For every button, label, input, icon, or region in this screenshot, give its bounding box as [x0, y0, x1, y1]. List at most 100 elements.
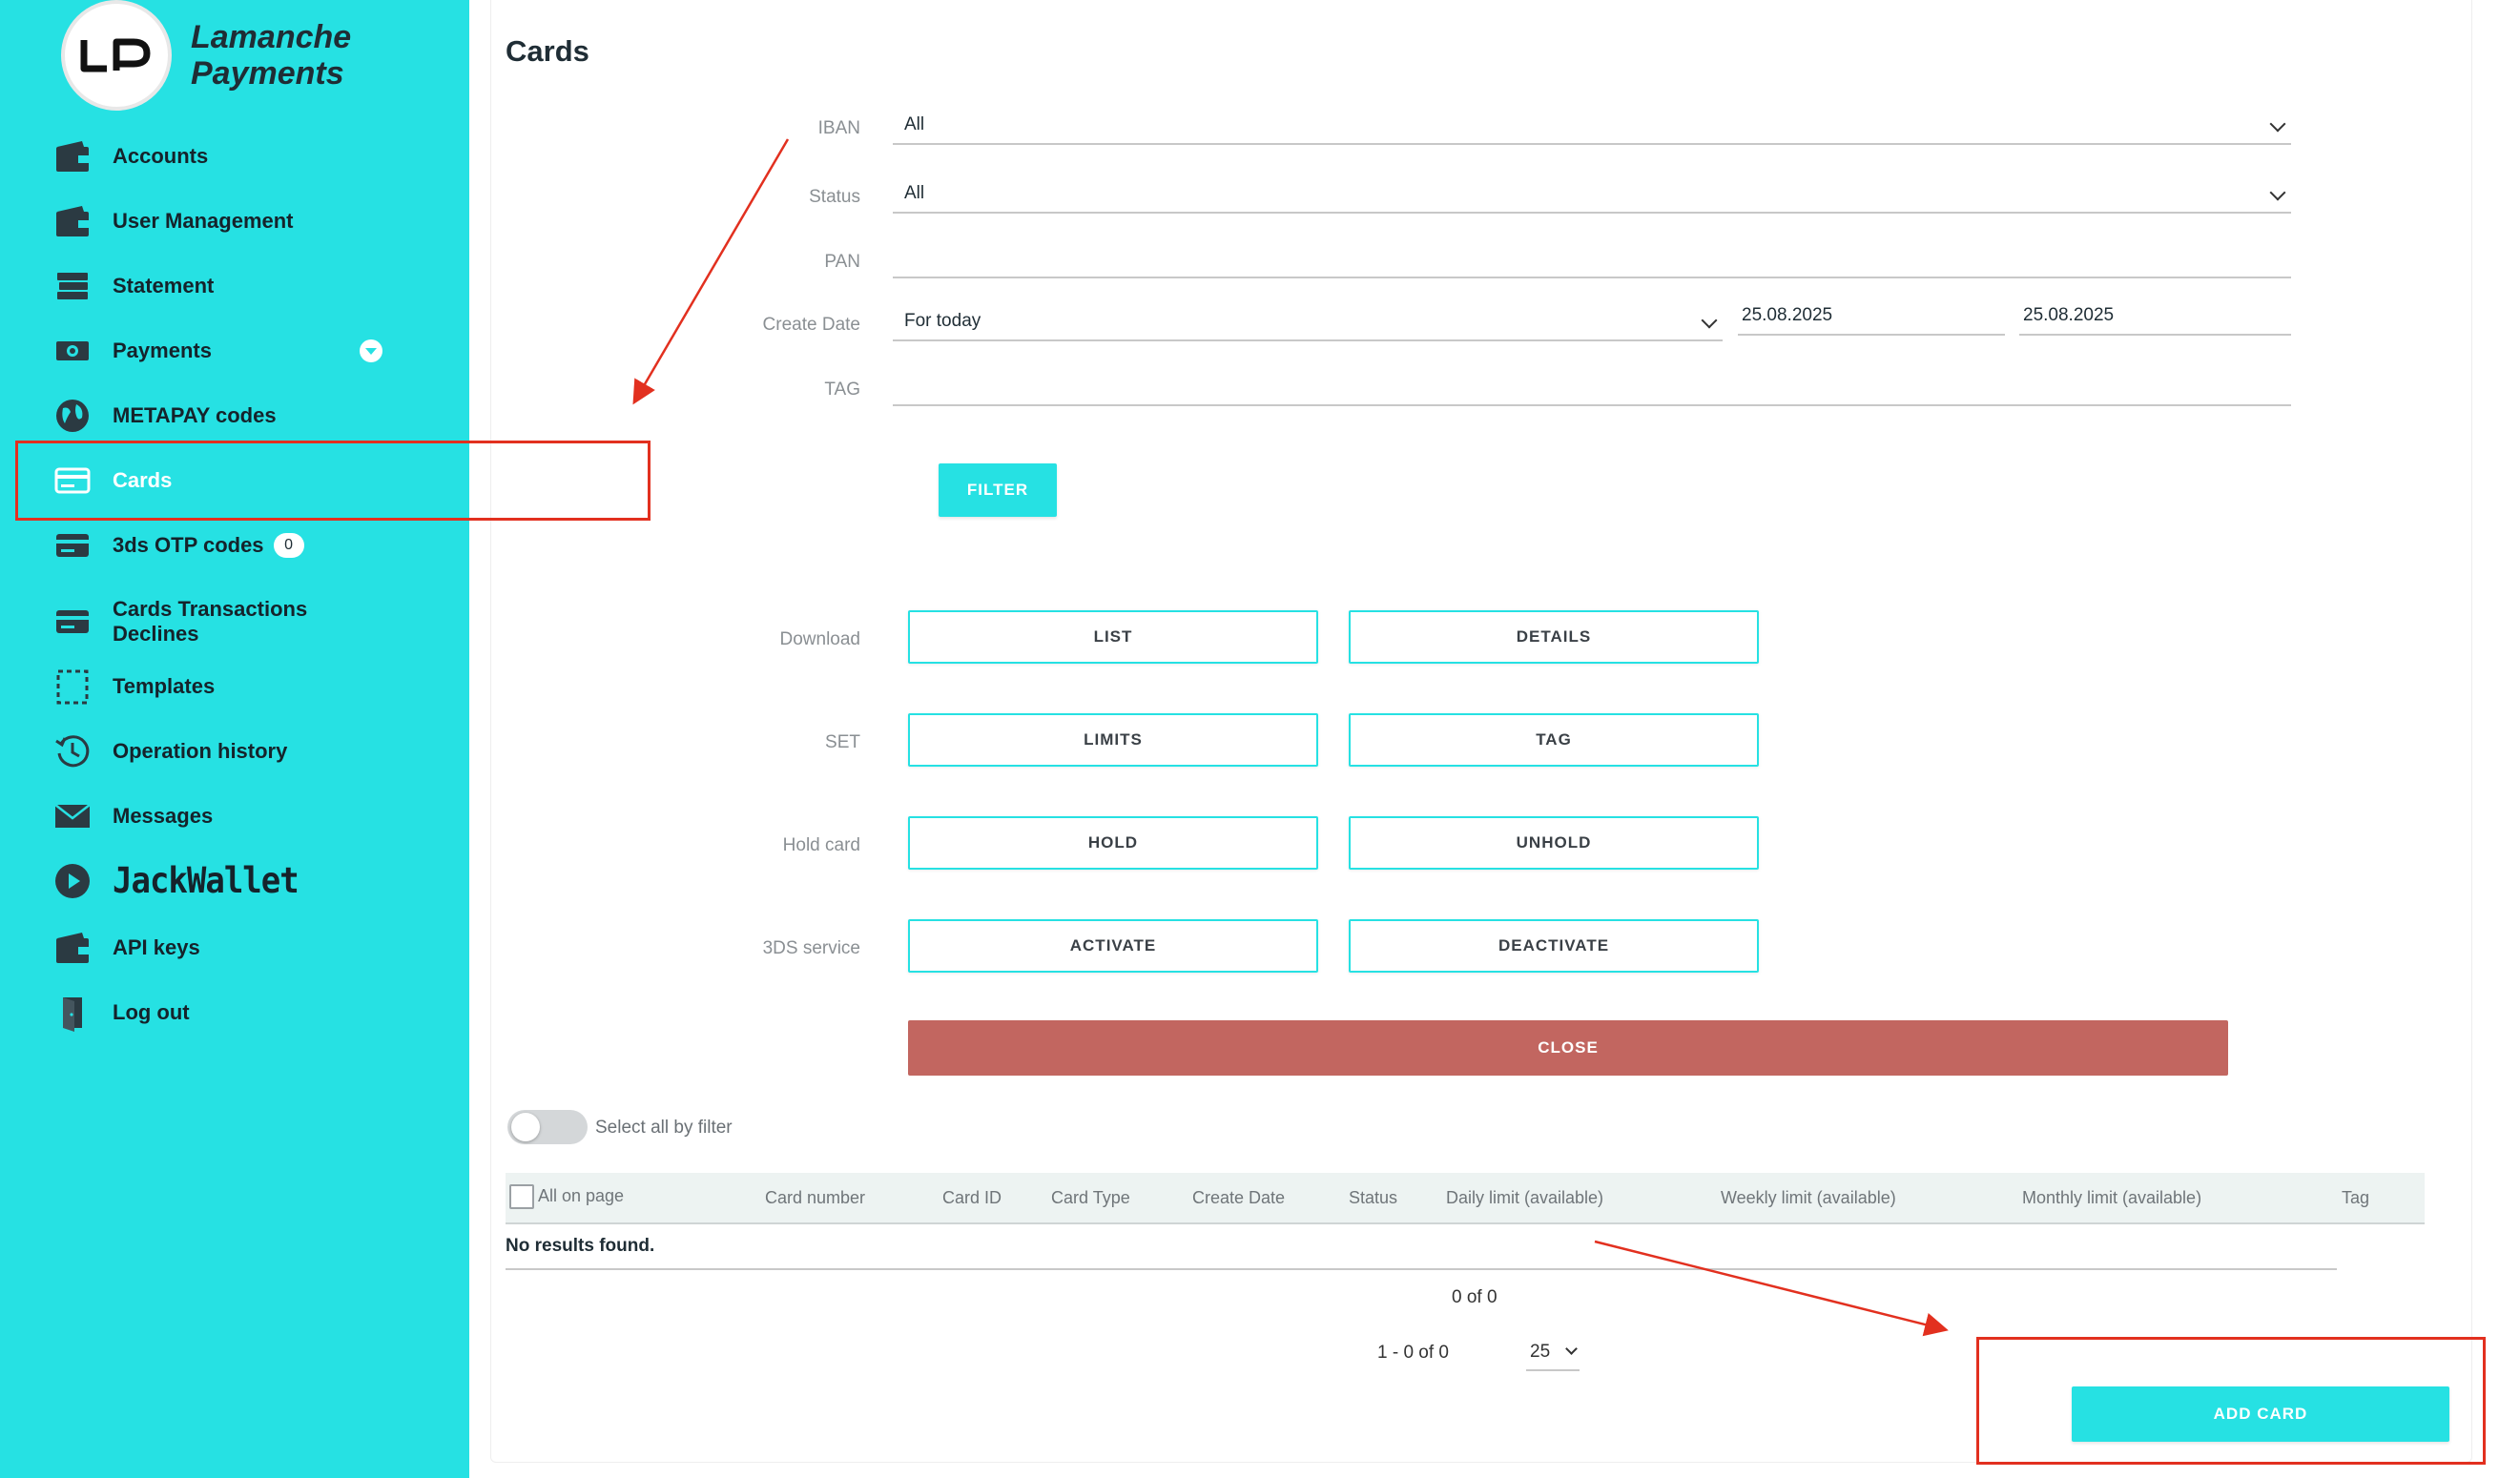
table-header: All on page Card number Card ID Card Typ… [506, 1173, 2425, 1224]
download-label: Download [779, 629, 861, 649]
history-icon [52, 730, 93, 772]
page-title: Cards [506, 34, 589, 68]
select-all-by-filter-toggle[interactable] [507, 1110, 588, 1144]
column-tag[interactable]: Tag [2342, 1188, 2369, 1208]
column-status[interactable]: Status [1349, 1188, 1397, 1208]
sidebar-item-accounts[interactable]: Accounts [0, 124, 469, 189]
iban-select[interactable]: All [893, 107, 2291, 145]
column-card-type[interactable]: Card Type [1051, 1188, 1130, 1208]
sidebar-item-label: Cards [113, 468, 173, 492]
activate-3ds-button[interactable]: ACTIVATE [908, 919, 1318, 973]
card-icon [52, 460, 93, 502]
hold-button[interactable]: HOLD [908, 816, 1318, 870]
pan-label: PAN [824, 252, 860, 272]
column-card-id[interactable]: Card ID [942, 1188, 1002, 1208]
column-create-date[interactable]: Create Date [1192, 1188, 1285, 1208]
sidebar-item-cards[interactable]: Cards [0, 448, 469, 513]
sidebar-item-messages[interactable]: Messages [0, 784, 469, 849]
column-daily-limit[interactable]: Daily limit (available) [1446, 1188, 1603, 1208]
create-date-value: For today [904, 311, 981, 331]
sidebar-item-operation-history[interactable]: Operation history [0, 719, 469, 784]
sidebar-item-label: Templates [113, 674, 216, 698]
pagination-range: 1 - 0 of 0 [1377, 1343, 1449, 1363]
count-badge: 0 [273, 533, 304, 558]
sidebar-item-label: Operation history [113, 739, 288, 763]
sidebar-item-label: Statement [113, 274, 215, 298]
sidebar-item-3ds-otp-codes[interactable]: 3ds OTP codes 0 [0, 513, 469, 578]
brand-line-2: Payments [191, 55, 344, 92]
logo [61, 0, 172, 111]
sidebar-item-api-keys[interactable]: API keys [0, 915, 469, 980]
page-size-select[interactable]: 25 [1526, 1333, 1580, 1371]
divider [506, 1268, 2337, 1270]
chevron-down-icon [1565, 1343, 1578, 1355]
globe-icon [52, 395, 93, 437]
status-label: Status [809, 187, 860, 207]
filter-button[interactable]: FILTER [939, 463, 1057, 517]
wallet-icon [52, 135, 93, 177]
main-content: Cards IBAN All Status All PAN Create Dat… [469, 0, 2520, 1478]
cash-icon [52, 330, 93, 372]
create-date-select[interactable]: For today [893, 303, 1723, 341]
deactivate-3ds-button[interactable]: DEACTIVATE [1349, 919, 1759, 973]
iban-label: IBAN [817, 118, 860, 138]
sidebar-item-metapay-codes[interactable]: METAPAY codes [0, 383, 469, 448]
sidebar-item-jackwallet[interactable]: JackWallet [0, 849, 469, 913]
sidebar-item-label: METAPAY codes [113, 403, 277, 427]
add-card-button[interactable]: ADD CARD [2072, 1386, 2449, 1442]
column-card-number[interactable]: Card number [765, 1188, 865, 1208]
door-icon [52, 992, 93, 1034]
select-all-checkbox[interactable] [509, 1184, 534, 1209]
empty-state-text: No results found. [506, 1236, 655, 1256]
status-select[interactable]: All [893, 175, 2291, 214]
column-monthly-limit[interactable]: Monthly limit (available) [2022, 1188, 2201, 1208]
sidebar-item-statement[interactable]: Statement [0, 254, 469, 318]
sidebar-item-label: Log out [113, 1000, 190, 1024]
unhold-button[interactable]: UNHOLD [1349, 816, 1759, 870]
iban-value: All [904, 114, 925, 134]
status-value: All [904, 183, 925, 203]
sidebar-item-label: 3ds OTP codes [113, 533, 264, 557]
set-tag-button[interactable]: TAG [1349, 713, 1759, 767]
lp-logo-icon [80, 38, 151, 72]
sidebar-item-label: Messages [113, 804, 214, 828]
chevron-down-icon [2269, 115, 2286, 133]
brand-name: Lamanche Payments [191, 19, 351, 92]
wallet-icon [52, 927, 93, 969]
close-button[interactable]: CLOSE [908, 1020, 2228, 1076]
threeds-service-label: 3DS service [762, 938, 860, 958]
all-on-page-label: All on page [538, 1186, 625, 1205]
chevron-down-icon [1701, 312, 1718, 329]
dashed-square-icon [52, 666, 93, 708]
download-list-button[interactable]: LIST [908, 610, 1318, 664]
hold-card-label: Hold card [782, 835, 860, 855]
sidebar-item-label: User Management [113, 209, 294, 233]
sidebar-item-label: API keys [113, 935, 200, 959]
card-icon [52, 601, 93, 643]
sidebar-item-label: Payments [113, 339, 212, 362]
download-details-button[interactable]: DETAILS [1349, 610, 1759, 664]
tag-label: TAG [824, 380, 860, 400]
chevron-down-icon[interactable] [360, 339, 382, 362]
date-to-input[interactable]: 25.08.2025 [2019, 298, 2291, 336]
pagination-count: 0 of 0 [1452, 1287, 1498, 1307]
date-from-input[interactable]: 25.08.2025 [1738, 298, 2005, 336]
sidebar-item-log-out[interactable]: Log out [0, 980, 469, 1045]
set-limits-button[interactable]: LIMITS [908, 713, 1318, 767]
pan-input[interactable] [893, 240, 2291, 278]
column-weekly-limit[interactable]: Weekly limit (available) [1721, 1188, 1896, 1208]
sidebar-item-label: Cards Transactions Declines [113, 597, 308, 646]
page-size-value: 25 [1530, 1342, 1551, 1362]
sidebar-item-templates[interactable]: Templates [0, 654, 469, 719]
sidebar: Lamanche Payments Accounts User Manageme… [0, 0, 469, 1478]
sidebar-item-cards-transactions-declines[interactable]: Cards Transactions Declines [0, 584, 469, 660]
stack-icon [52, 265, 93, 307]
set-label: SET [825, 732, 860, 752]
tag-input[interactable] [893, 368, 2291, 406]
sidebar-item-user-management[interactable]: User Management [0, 189, 469, 254]
jackwallet-logo: JackWallet [113, 860, 300, 902]
brand-line-1: Lamanche [191, 19, 352, 55]
envelope-icon [52, 795, 93, 837]
chevron-down-icon [2269, 184, 2286, 201]
sidebar-item-payments[interactable]: Payments [0, 318, 469, 383]
